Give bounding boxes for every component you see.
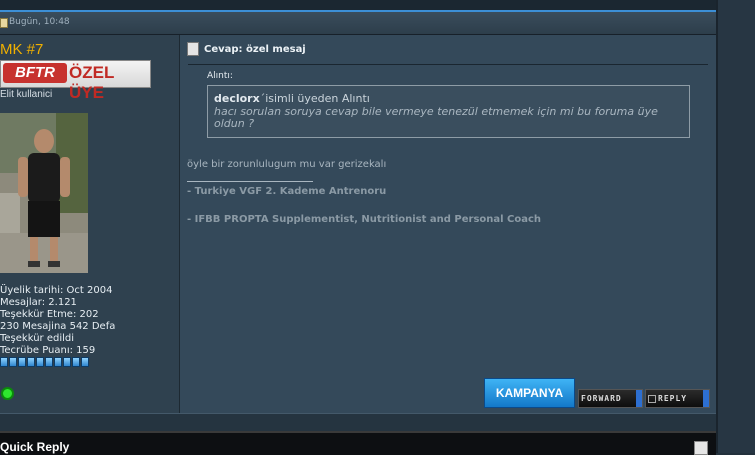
quote-label: Alıntı:	[207, 71, 233, 81]
rank-badge-logo: BFTR	[3, 63, 67, 83]
post-date: Bugün, 10:48	[9, 17, 70, 27]
thanks-received-cont: Teşekkür edildi	[0, 333, 75, 344]
reply-icon	[648, 394, 656, 403]
reputation-bar	[0, 357, 89, 367]
post-footer	[0, 413, 716, 432]
kampanya-button[interactable]: KAMPANYA	[484, 378, 575, 408]
rank-badge-label: ÖZEL ÜYE	[69, 63, 115, 102]
thanks-received: 230 Mesajina 542 Defa	[0, 321, 116, 332]
signature-line: - Turkiye VGF 2. Kademe Antrenoru	[187, 186, 387, 197]
title-divider	[188, 64, 708, 65]
thanks-given: Teşekkür Etme: 202	[0, 309, 99, 320]
page-icon	[187, 42, 199, 56]
top-border	[0, 0, 716, 12]
user-info-panel: MK #7 BFTR ÖZEL ÜYE Elit kullanici Üyeli…	[0, 35, 180, 413]
quote-author: declorx´isimli üyeden Alıntı	[214, 92, 370, 105]
user-stats: Üyelik tarihi: Oct 2004 Mesajlar: 2.121 …	[0, 285, 115, 357]
right-gutter	[716, 0, 755, 453]
online-status-icon	[1, 387, 14, 400]
experience-points: Tecrübe Puanı: 159	[0, 345, 96, 356]
post-header-bar: Bugün, 10:48	[0, 12, 716, 35]
quote-box: declorx´isimli üyeden Alıntı hacı sorula…	[207, 85, 690, 138]
reputation-pip	[81, 357, 89, 367]
post-count: Mesajlar: 2.121	[0, 297, 77, 308]
reputation-pip	[54, 357, 62, 367]
post-title: Cevap: özel mesaj	[187, 42, 306, 56]
user-title: Elit kullanici	[0, 89, 53, 100]
quick-reply-title: Quick Reply	[0, 440, 70, 454]
rank-badge: BFTR ÖZEL ÜYE	[0, 60, 151, 102]
reputation-pip	[0, 357, 8, 367]
avatar-image	[0, 113, 88, 273]
post-content: Cevap: özel mesaj Alıntı: declorx´isimli…	[180, 35, 716, 413]
username-link[interactable]: MK #7	[0, 41, 43, 58]
join-date: Üyelik tarihi: Oct 2004	[0, 285, 113, 296]
quick-reply-bar: Quick Reply	[0, 431, 716, 455]
reputation-pip	[72, 357, 80, 367]
quote-text: hacı sorulan soruya cevap bile vermeye t…	[214, 105, 658, 130]
avatar[interactable]	[0, 113, 88, 273]
signature-divider	[187, 181, 313, 182]
post-body: öyle bir zorunlulugum mu var gerizekalı	[187, 159, 387, 170]
reputation-pip	[45, 357, 53, 367]
reputation-pip	[9, 357, 17, 367]
reputation-pip	[27, 357, 35, 367]
reputation-pip	[63, 357, 71, 367]
reputation-pip	[18, 357, 26, 367]
forward-button[interactable]: FORWARD	[578, 389, 643, 408]
signature-line: - IFBB PROPTA Supplementist, Nutritionis…	[187, 214, 542, 225]
reply-button[interactable]: REPLY	[645, 389, 710, 408]
post-icon	[0, 18, 8, 28]
reputation-pip	[36, 357, 44, 367]
